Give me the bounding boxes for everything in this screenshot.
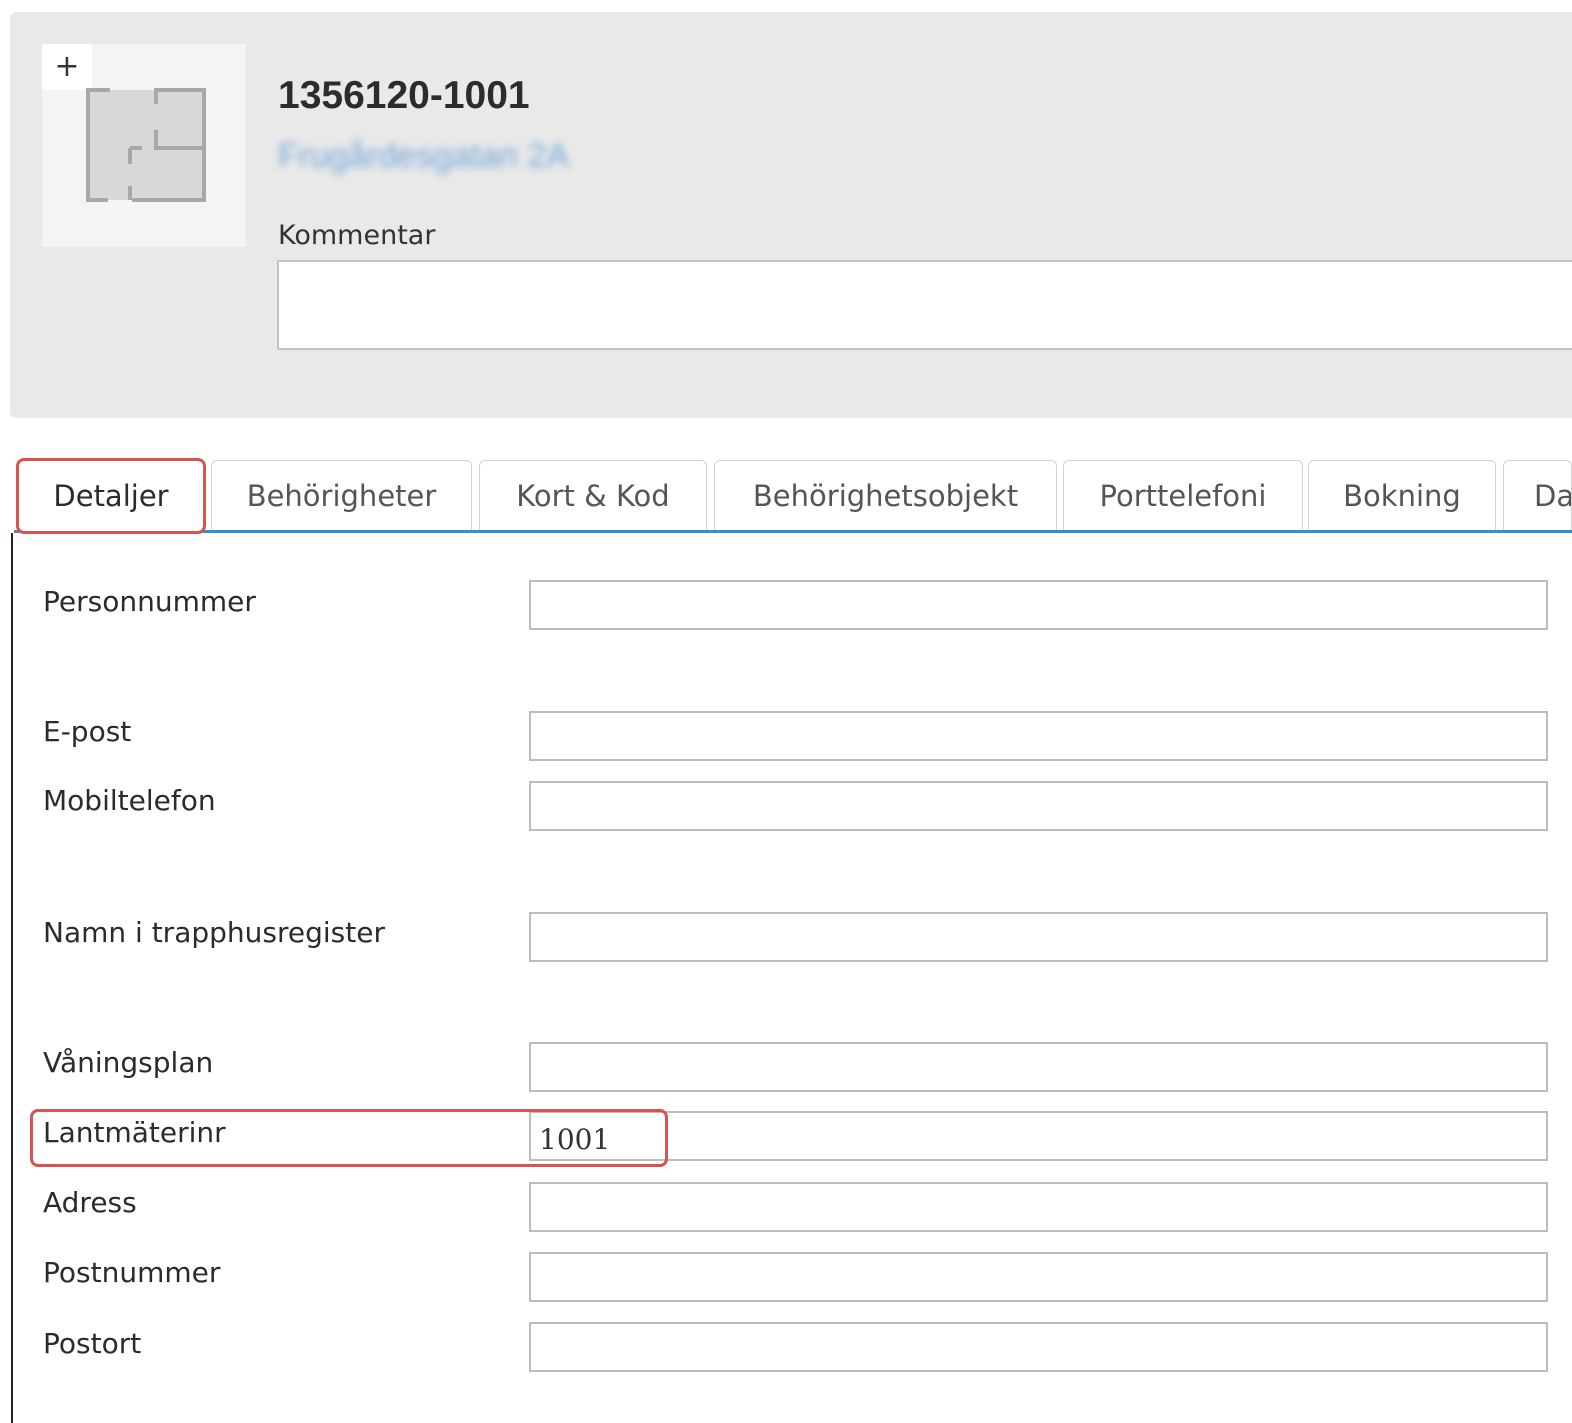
personnummer-input[interactable] xyxy=(529,580,1548,630)
adress-input[interactable] xyxy=(529,1182,1548,1232)
personnummer-label: Personnummer xyxy=(43,585,256,618)
lantmaterinr-label: Lantmäterinr xyxy=(43,1116,226,1149)
namn-trapphusregister-input[interactable] xyxy=(529,912,1548,962)
vaningsplan-label: Våningsplan xyxy=(43,1046,214,1079)
postnummer-label: Postnummer xyxy=(43,1256,221,1289)
adress-label: Adress xyxy=(43,1186,137,1219)
tab-detaljer[interactable]: Detaljer xyxy=(16,458,206,534)
epost-label: E-post xyxy=(43,715,132,748)
postort-input[interactable] xyxy=(529,1322,1548,1372)
tab-behorighetsobjekt[interactable]: Behörighetsobjekt xyxy=(714,460,1057,530)
epost-input[interactable] xyxy=(529,711,1548,761)
comment-input[interactable] xyxy=(277,260,1572,350)
object-id-title: 1356120-1001 xyxy=(278,74,530,117)
namn-trapphusregister-label: Namn i trapphusregister xyxy=(43,916,385,949)
comment-label: Kommentar xyxy=(278,220,436,251)
mobiltelefon-label: Mobiltelefon xyxy=(43,784,216,817)
page: + 1356120-1001 Frugårdesgatan 2A Komment… xyxy=(0,0,1572,1423)
mobiltelefon-input[interactable] xyxy=(529,781,1548,831)
tab-bokning[interactable]: Bokning xyxy=(1308,460,1496,530)
vaningsplan-input[interactable] xyxy=(529,1042,1548,1092)
floorplan-icon xyxy=(86,88,206,202)
tab-behorigheter[interactable]: Behörigheter xyxy=(211,460,472,530)
object-address-link[interactable]: Frugårdesgatan 2A xyxy=(278,137,569,176)
tab-da[interactable]: Da xyxy=(1503,460,1572,530)
postnummer-input[interactable] xyxy=(529,1252,1548,1302)
lantmaterinr-input[interactable] xyxy=(529,1111,1548,1161)
add-photo-button[interactable]: + xyxy=(42,44,92,90)
postort-label: Postort xyxy=(43,1327,142,1360)
tab-porttelefoni[interactable]: Porttelefoni xyxy=(1063,460,1303,530)
tab-kort-och-kod[interactable]: Kort & Kod xyxy=(479,460,707,530)
